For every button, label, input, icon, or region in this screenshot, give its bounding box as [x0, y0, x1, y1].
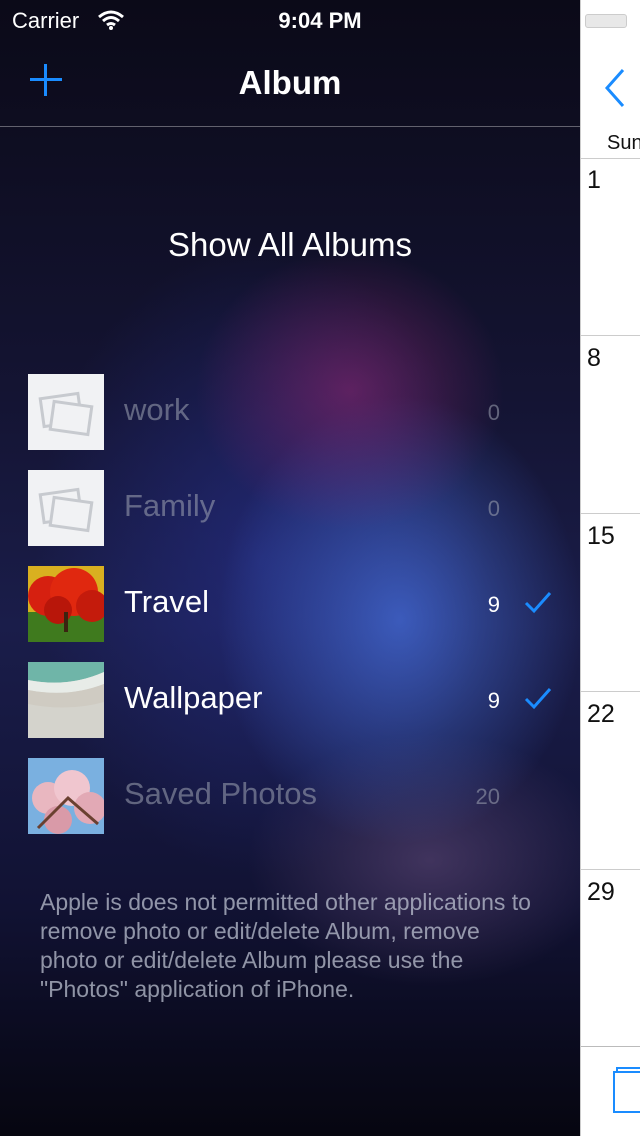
calendar-day[interactable]: 15: [587, 522, 615, 551]
red-tree-photo: [28, 566, 104, 642]
album-row-family[interactable]: Family 0: [28, 470, 568, 546]
calendar-divider: [581, 869, 640, 870]
checkmark-icon: [524, 592, 552, 614]
album-drawer: Carrier Album Show All Albums work 0 Fam…: [0, 0, 580, 1136]
album-row-saved-photos[interactable]: Saved Photos 20: [28, 758, 568, 834]
show-all-albums-button[interactable]: Show All Albums: [0, 226, 580, 264]
album-name: Wallpaper: [124, 680, 263, 715]
calendar-day[interactable]: 1: [587, 166, 601, 195]
calendar-day[interactable]: 8: [587, 344, 601, 373]
calendar-divider: [581, 691, 640, 692]
album-name: Family: [124, 488, 216, 523]
cherry-blossom-photo: [28, 758, 104, 834]
battery-icon: [585, 14, 627, 28]
calendar-divider: [581, 513, 640, 514]
album-count: 9: [487, 688, 500, 713]
album-row-travel[interactable]: Travel 9: [28, 566, 568, 642]
chevron-left-icon[interactable]: [601, 66, 631, 110]
page-title: Album: [238, 64, 342, 101]
calendar-divider: [581, 335, 640, 336]
calendar-day[interactable]: 29: [587, 878, 615, 907]
permission-note: Apple is does not permitted other applic…: [40, 889, 531, 1002]
toolbar-divider: [581, 1046, 640, 1047]
album-name: Travel: [124, 584, 209, 619]
nav-bar: Album: [0, 40, 580, 127]
calendar-panel: Sun 1 8 15 22 29: [580, 0, 640, 1136]
checkmark-icon: [524, 688, 552, 710]
beach-photo: [28, 662, 104, 738]
placeholder-photos-icon: [28, 374, 104, 450]
album-name: Saved Photos: [124, 776, 318, 811]
weekday-label: Sun: [607, 132, 640, 154]
album-count: 0: [487, 400, 500, 425]
album-row-work[interactable]: work 0: [28, 374, 568, 450]
placeholder-photos-icon: [28, 470, 104, 546]
calendar-day[interactable]: 22: [587, 700, 615, 729]
album-count: 20: [475, 784, 500, 809]
album-count: 0: [487, 496, 500, 521]
album-count: 9: [487, 592, 500, 617]
photo-stack-icon[interactable]: [611, 1066, 640, 1116]
calendar-divider: [581, 158, 640, 159]
album-name: work: [124, 392, 190, 427]
album-row-wallpaper[interactable]: Wallpaper 9: [28, 662, 568, 738]
status-time: 9:04 PM: [278, 8, 362, 33]
